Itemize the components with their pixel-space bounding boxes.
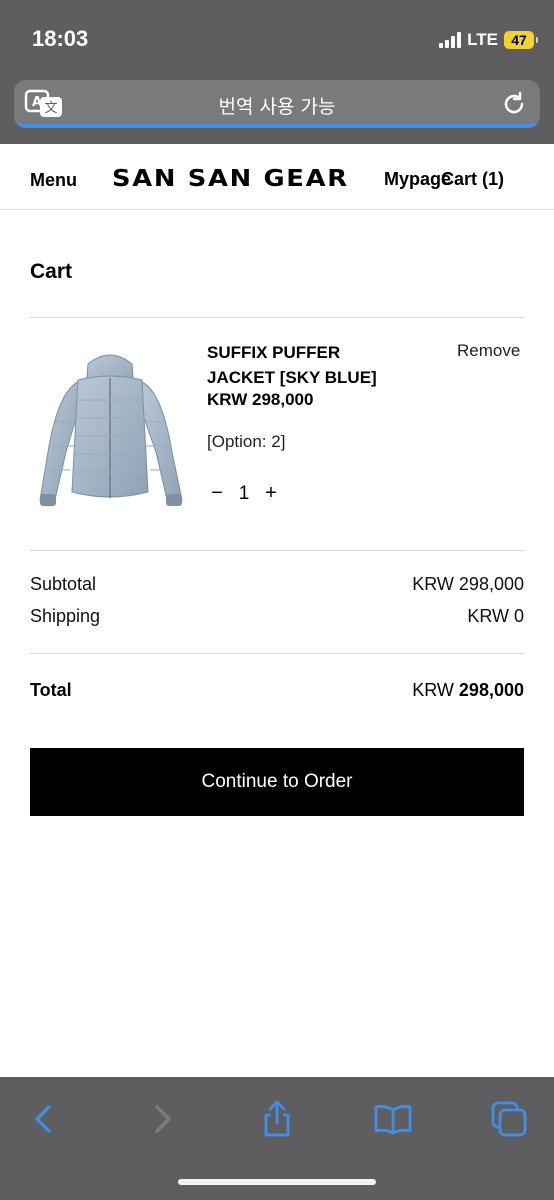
signal-icon	[439, 32, 462, 48]
total-currency: KRW	[412, 680, 454, 700]
status-bar: 18:03 LTE 47	[0, 0, 554, 78]
status-time: 18:03	[32, 26, 89, 51]
remove-button[interactable]: Remove	[457, 341, 520, 361]
site-logo[interactable]: SAN SAN GEAR	[112, 166, 349, 192]
subtotal-label: Subtotal	[30, 574, 97, 594]
subtotal-row: Subtotal KRW 298,000	[30, 574, 524, 595]
product-name-line1[interactable]: SUFFIX PUFFER	[207, 340, 427, 365]
continue-to-order-button[interactable]: Continue to Order	[30, 748, 524, 816]
tabs-icon[interactable]	[489, 1099, 529, 1139]
battery-icon: 47	[504, 31, 538, 49]
product-image[interactable]	[30, 342, 190, 518]
page-title: Cart	[30, 260, 73, 283]
decrease-quantity-button[interactable]: −	[207, 482, 227, 505]
network-label: LTE	[467, 30, 498, 49]
cart-link[interactable]: Cart (1)	[441, 169, 504, 190]
quantity-value: 1	[238, 482, 250, 504]
browser-top-chrome: 18:03 LTE 47 A 文 번역 사용 가능	[0, 0, 554, 144]
share-icon[interactable]	[257, 1099, 297, 1139]
divider	[30, 550, 524, 551]
status-indicators: LTE 47	[439, 30, 538, 50]
home-indicator[interactable]	[178, 1179, 376, 1185]
shipping-row: Shipping KRW 0	[30, 606, 524, 627]
total-value: KRW 298,000	[412, 680, 524, 701]
address-bar[interactable]: A 文 번역 사용 가능	[14, 80, 540, 128]
shipping-label: Shipping	[30, 606, 101, 626]
site-header: Menu SAN SAN GEAR Mypage Cart (1)	[0, 144, 554, 210]
quantity-stepper: − 1 +	[207, 482, 281, 505]
total-row: Total KRW 298,000	[30, 680, 524, 701]
divider	[30, 653, 524, 654]
product-price: KRW 298,000	[207, 390, 314, 409]
page-load-progress	[14, 124, 540, 128]
reload-icon[interactable]	[500, 90, 528, 118]
url-text[interactable]: 번역 사용 가능	[14, 92, 540, 119]
product-name-line2[interactable]: JACKET [SKY BLUE]	[207, 365, 427, 390]
product-name[interactable]: SUFFIX PUFFER JACKET [SKY BLUE]	[207, 340, 427, 390]
increase-quantity-button[interactable]: +	[261, 482, 281, 505]
product-option: [Option: 2]	[207, 432, 286, 451]
total-label: Total	[30, 680, 72, 700]
forward-icon[interactable]	[142, 1099, 182, 1139]
divider	[30, 317, 524, 318]
shipping-value: KRW 0	[467, 606, 524, 626]
back-icon[interactable]	[24, 1099, 64, 1139]
menu-link[interactable]: Menu	[30, 170, 77, 191]
bookmarks-icon[interactable]	[373, 1099, 413, 1139]
total-amount: 298,000	[458, 680, 524, 700]
subtotal-value: KRW 298,000	[412, 574, 524, 594]
